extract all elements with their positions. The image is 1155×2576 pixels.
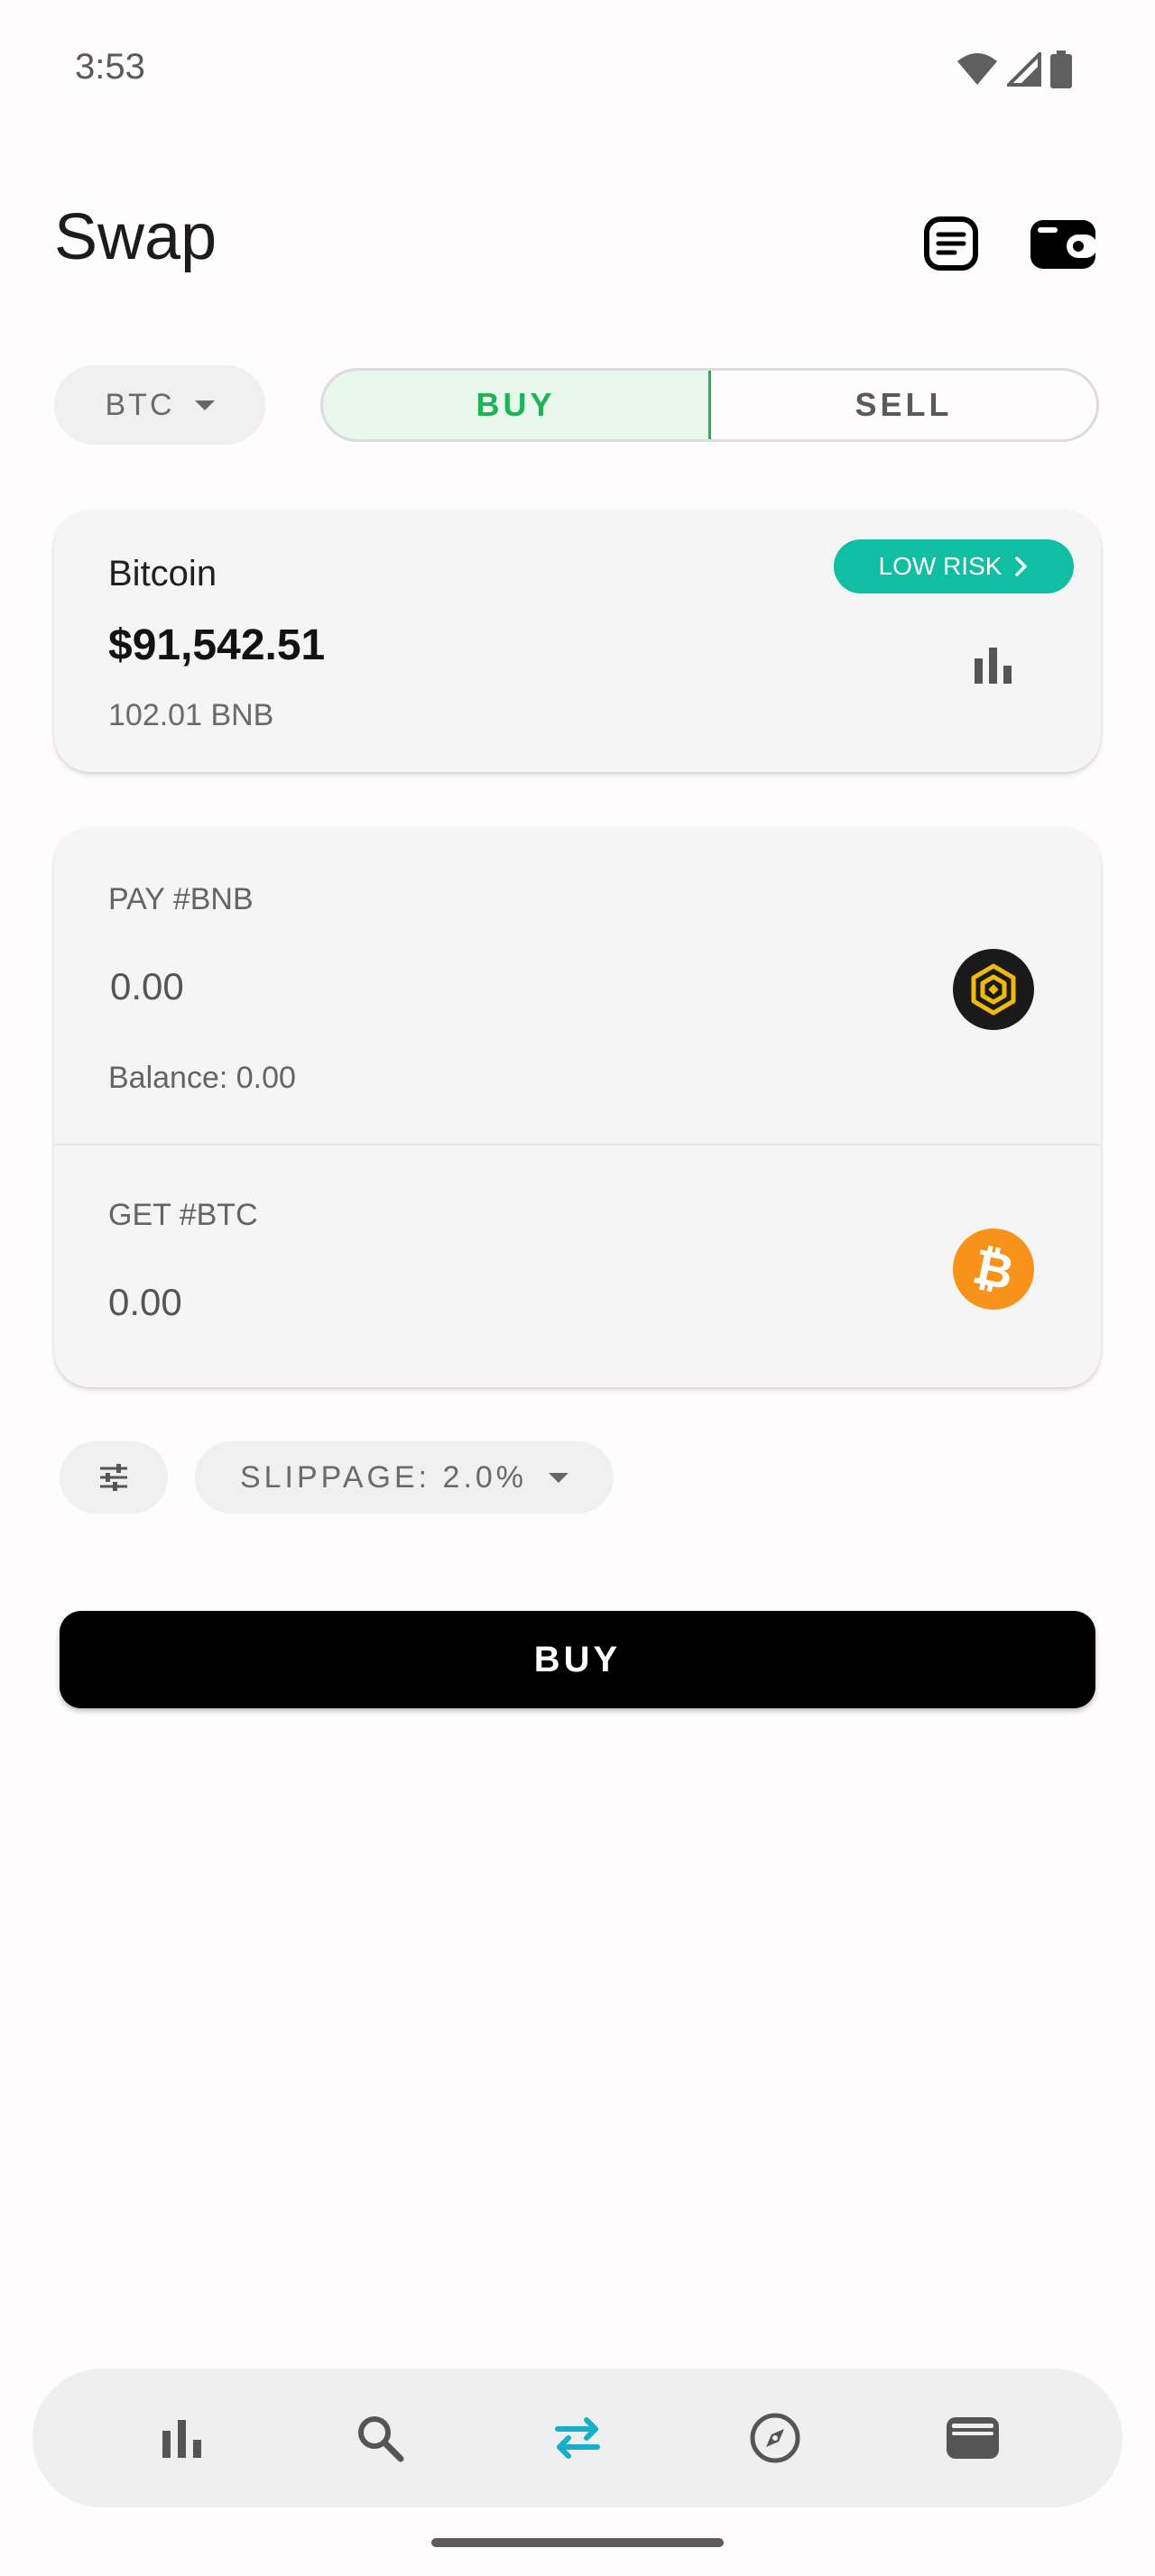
wallet-icon	[947, 2417, 1000, 2459]
tune-icon	[100, 1464, 127, 1491]
wallet-icon	[1030, 220, 1095, 269]
status-icons	[956, 51, 1072, 88]
asset-selector[interactable]: BTC	[54, 365, 265, 445]
nav-item-markets[interactable]	[137, 2393, 227, 2483]
bar-chart-icon	[975, 648, 1012, 684]
coin-holding: 102.01 BNB	[108, 698, 274, 732]
bnb-icon	[953, 949, 1034, 1030]
nav-item-search[interactable]	[335, 2393, 425, 2483]
slippage-label: SLIPPAGE: 2.0%	[239, 1459, 528, 1495]
chart-button[interactable]	[973, 646, 1014, 688]
nav-item-wallet[interactable]	[928, 2393, 1018, 2483]
chart-icon	[162, 2420, 201, 2458]
page-title: Swap	[54, 201, 217, 273]
get-label: GET #BTC	[108, 1198, 258, 1232]
chevron-right-icon	[1015, 557, 1028, 576]
wifi-icon	[957, 53, 997, 85]
risk-badge[interactable]: LOW RISK	[834, 539, 1074, 593]
get-amount-input[interactable]: 0.00	[108, 1281, 182, 1324]
swap-icon	[554, 2417, 600, 2459]
battery-icon	[1050, 51, 1072, 88]
settings-button[interactable]	[60, 1441, 168, 1513]
signal-icon	[1007, 52, 1041, 87]
pay-section: PAY #BNB 0.00 Balance: 0.00	[54, 828, 1101, 1144]
get-section: GET #BTC 0.00	[54, 1144, 1101, 1387]
chevron-down-icon	[194, 400, 215, 410]
nav-item-swap[interactable]	[532, 2393, 623, 2483]
search-icon	[357, 2416, 404, 2462]
coin-price: $91,542.51	[108, 621, 326, 669]
history-button[interactable]	[915, 207, 987, 280]
document-icon	[924, 216, 978, 271]
tab-sell[interactable]: SELL	[711, 371, 1096, 439]
coin-card[interactable]: Bitcoin $91,542.51 102.01 BNB LOW RISK	[54, 511, 1101, 772]
chevron-down-icon	[549, 1472, 569, 1483]
pay-amount-input[interactable]: 0.00	[110, 965, 184, 1008]
home-indicator[interactable]	[431, 2538, 724, 2547]
slippage-selector[interactable]: SLIPPAGE: 2.0%	[195, 1441, 614, 1513]
balance-text: Balance: 0.00	[108, 1061, 296, 1095]
wallet-button[interactable]	[1027, 207, 1099, 280]
bottom-nav	[32, 2369, 1123, 2507]
tab-buy[interactable]: BUY	[323, 371, 711, 439]
pay-label: PAY #BNB	[108, 882, 254, 916]
nav-item-explore[interactable]	[730, 2393, 820, 2483]
compass-icon	[750, 2413, 800, 2463]
buy-button[interactable]: BUY	[60, 1611, 1095, 1708]
bitcoin-icon: ₿	[953, 1228, 1034, 1310]
asset-selector-value: BTC	[105, 387, 175, 422]
swap-card: PAY #BNB 0.00 Balance: 0.00 GET #BTC 0.0…	[54, 828, 1101, 1387]
status-time: 3:53	[75, 47, 145, 87]
risk-badge-label: LOW RISK	[878, 552, 1003, 580]
trade-toggle: BUY SELL	[320, 368, 1099, 442]
coin-name: Bitcoin	[108, 554, 217, 593]
